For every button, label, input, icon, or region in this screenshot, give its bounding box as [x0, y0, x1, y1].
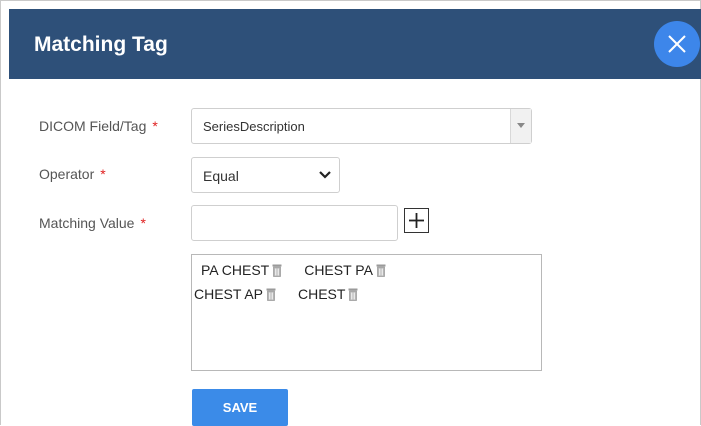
operator-label-text: Operator — [39, 166, 95, 182]
chevron-down-icon — [319, 171, 331, 179]
dicom-field-select[interactable]: SeriesDescription — [191, 108, 532, 144]
matching-value-chip: CHEST AP — [194, 282, 276, 306]
matching-tag-dialog: Matching Tag DICOM Field/Tag * SeriesDesc… — [0, 0, 701, 426]
matching-values-list: PA CHEST CHEST PA CHEST AP CHEST — [191, 254, 542, 371]
matching-value-input[interactable] — [191, 205, 398, 241]
required-mark: * — [140, 215, 146, 231]
trash-icon[interactable] — [376, 264, 386, 277]
trash-icon[interactable] — [266, 288, 276, 301]
dialog-title: Matching Tag — [34, 33, 168, 56]
chevron-down-icon — [517, 123, 525, 128]
plus-icon — [409, 213, 424, 228]
operator-select[interactable]: Equal — [191, 157, 340, 193]
matching-value-text: CHEST AP — [194, 285, 263, 302]
operator-value: Equal — [203, 168, 239, 184]
dicom-field-label: DICOM Field/Tag * — [39, 118, 158, 134]
matching-value-text: CHEST — [298, 285, 346, 302]
required-mark: * — [152, 118, 158, 134]
required-mark: * — [100, 166, 106, 182]
close-icon — [668, 35, 686, 53]
dicom-field-value: SeriesDescription — [203, 119, 305, 134]
matching-value-label-text: Matching Value — [39, 215, 135, 231]
trash-icon[interactable] — [272, 264, 282, 277]
matching-value-text: CHEST PA — [304, 261, 373, 278]
matching-value-label: Matching Value * — [39, 215, 146, 231]
values-flow: PA CHEST CHEST PA CHEST AP CHEST — [194, 258, 484, 306]
operator-label: Operator * — [39, 166, 106, 182]
matching-value-chip: PA CHEST — [201, 258, 282, 282]
trash-icon[interactable] — [348, 288, 358, 301]
save-button[interactable]: SAVE — [192, 389, 288, 426]
dicom-field-label-text: DICOM Field/Tag — [39, 118, 147, 134]
dialog-header: Matching Tag — [9, 9, 701, 79]
matching-value-chip: CHEST PA — [304, 258, 386, 282]
matching-value-chip: CHEST — [298, 282, 358, 306]
dropdown-arrow-button[interactable] — [510, 109, 531, 143]
add-value-button[interactable] — [404, 208, 429, 233]
matching-value-text: PA CHEST — [201, 261, 270, 278]
close-button[interactable] — [654, 21, 700, 67]
